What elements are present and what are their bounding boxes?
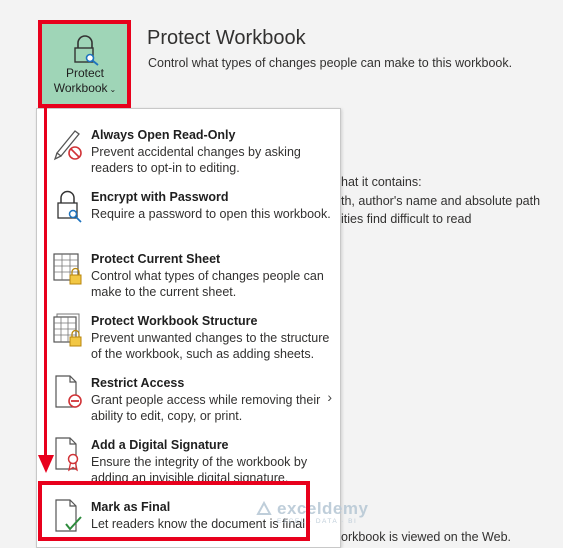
background-text-2: th, author's name and absolute path xyxy=(341,194,541,208)
protect-workbook-menu: Always Open Read-Only Prevent accidental… xyxy=(36,108,341,548)
menu-item-description: Require a password to open this workbook… xyxy=(91,207,331,221)
menu-item-description: Control what types of changes people can… xyxy=(91,269,324,299)
backstage-info-panel: Protect Workbook Control what types of c… xyxy=(0,0,563,548)
menu-item-description: Ensure the integrity of the workbook by … xyxy=(91,455,308,485)
watermark-logo-icon xyxy=(256,500,272,515)
lock-key-icon xyxy=(74,35,99,66)
menu-item-description: Prevent unwanted changes to the structur… xyxy=(91,331,330,361)
document-restricted-icon xyxy=(55,375,82,408)
menu-item-description: Grant people access while removing their… xyxy=(91,393,321,423)
chevron-right-icon: › xyxy=(327,389,332,405)
menu-item-description: Prevent accidental changes by asking rea… xyxy=(91,145,301,175)
menu-item-title: Protect Workbook Structure xyxy=(91,314,258,328)
workbook-lock-icon xyxy=(53,313,82,347)
lock-key-icon xyxy=(57,190,82,223)
section-title: Protect Workbook xyxy=(147,27,306,49)
menu-item-restrict-access[interactable]: Restrict Access Grant people access whil… xyxy=(37,365,340,427)
protect-label: Protect xyxy=(65,66,104,80)
watermark-logo: exceldemy EXCEL · DATA · BI xyxy=(255,499,369,525)
menu-item-always-open-read-only[interactable]: Always Open Read-Only Prevent accidental… xyxy=(37,117,340,179)
menu-item-protect-workbook-structure[interactable]: Protect Workbook Structure Prevent unwan… xyxy=(37,303,340,365)
background-text-3: ities find difficult to read xyxy=(341,212,472,226)
menu-item-protect-current-sheet[interactable]: Protect Current Sheet Control what types… xyxy=(37,241,340,303)
sheet-lock-icon xyxy=(53,253,82,285)
document-ribbon-icon xyxy=(55,437,79,472)
menu-item-encrypt-with-password[interactable]: Encrypt with Password Require a password… xyxy=(37,179,340,241)
menu-item-title: Always Open Read-Only xyxy=(91,128,236,142)
protect-workbook-button[interactable]: Protect Workbook ⌄ xyxy=(41,22,129,107)
watermark-tagline: EXCEL · DATA · BI xyxy=(277,518,358,525)
section-description: Control what types of changes people can… xyxy=(148,56,513,70)
background-text-1: hat it contains: xyxy=(341,175,422,189)
workbook-label: Workbook ⌄ xyxy=(53,81,117,95)
menu-item-title: Encrypt with Password xyxy=(91,190,229,204)
chevron-down-icon: ⌄ xyxy=(109,85,117,94)
menu-item-add-digital-signature[interactable]: Add a Digital Signature Ensure the integ… xyxy=(37,427,340,489)
menu-item-title: Restrict Access xyxy=(91,376,185,390)
document-check-icon xyxy=(55,499,82,532)
pencil-prohibited-icon xyxy=(53,130,82,161)
watermark-name: exceldemy xyxy=(277,499,369,518)
background-text-4: orkbook is viewed on the Web. xyxy=(341,530,512,544)
menu-item-title: Add a Digital Signature xyxy=(91,438,229,452)
menu-item-title: Protect Current Sheet xyxy=(91,252,221,266)
menu-item-title: Mark as Final xyxy=(91,500,171,514)
